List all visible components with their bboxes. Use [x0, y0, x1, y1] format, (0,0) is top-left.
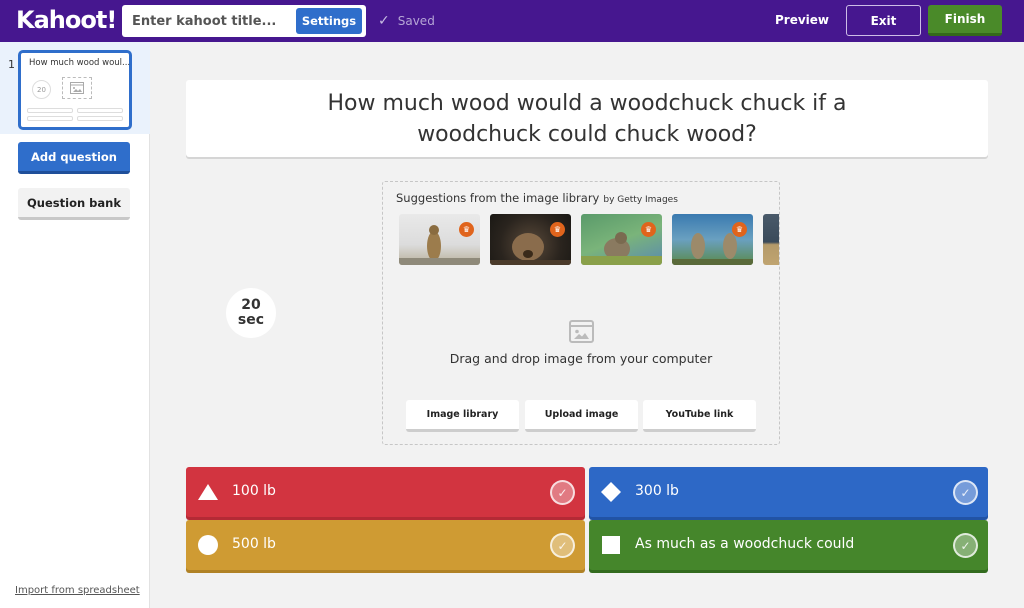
circle-icon [198, 535, 218, 555]
slide-number: 1 [8, 58, 15, 71]
time-limit-button[interactable]: 20 sec [226, 288, 276, 338]
suggested-image[interactable] [763, 214, 779, 265]
import-from-spreadsheet-link[interactable]: Import from spreadsheet [15, 585, 140, 596]
saved-status: ✓ Saved [378, 13, 435, 29]
answer-option-3[interactable]: 500 lb ✓ [186, 520, 585, 570]
preview-button[interactable]: Preview [770, 13, 834, 27]
settings-button[interactable]: Settings [296, 8, 362, 34]
checkmark-icon: ✓ [557, 485, 568, 500]
sidebar: 1 How much wood woul... 20 Add question … [0, 42, 150, 608]
premium-crown-icon: ♛ [550, 222, 565, 237]
image-suggestions: ♛ ♛ ♛ ♛ [399, 214, 779, 266]
mark-correct-toggle[interactable]: ✓ [550, 480, 575, 505]
exit-button[interactable]: Exit [846, 5, 921, 36]
answer-option-4[interactable]: As much as a woodchuck could ✓ [589, 520, 988, 570]
kahoot-title-input[interactable] [132, 5, 292, 37]
drag-drop-text: Drag and drop image from your computer [449, 351, 713, 366]
diamond-icon [601, 482, 621, 502]
suggested-image[interactable]: ♛ [581, 214, 662, 265]
suggested-image[interactable]: ♛ [490, 214, 571, 265]
media-dropzone[interactable]: Suggestions from the image library by Get… [382, 181, 780, 445]
slide-list: 1 How much wood woul... 20 [0, 42, 150, 134]
checkmark-icon: ✓ [557, 538, 568, 553]
answer-text: 300 lb [635, 483, 679, 499]
thumb-answer-slot [27, 116, 73, 121]
checkmark-icon: ✓ [378, 13, 390, 29]
slide-thumbnail-timer: 20 [32, 80, 51, 99]
thumb-answer-slot [77, 108, 123, 113]
question-text: How much wood would a woodchuck chuck if… [327, 90, 847, 147]
checkmark-icon: ✓ [960, 538, 971, 553]
mark-correct-toggle[interactable]: ✓ [550, 533, 575, 558]
suggestions-source: by Getty Images [603, 195, 678, 205]
answer-option-1[interactable]: 100 lb ✓ [186, 467, 585, 517]
youtube-link-button[interactable]: YouTube link [643, 400, 756, 432]
title-field-container: Settings [122, 5, 366, 37]
timer-value: 20 [241, 297, 261, 313]
slide-thumbnail-title: How much wood woul... [29, 58, 131, 68]
saved-label: Saved [397, 14, 435, 28]
upload-image-button[interactable]: Upload image [525, 400, 638, 432]
add-question-button[interactable]: Add question [18, 142, 130, 174]
premium-crown-icon: ♛ [732, 222, 747, 237]
thumb-answer-slot [77, 116, 123, 121]
suggested-image[interactable]: ♛ [672, 214, 753, 265]
top-bar: Kahoot! Settings ✓ Saved Preview Exit Fi… [0, 0, 1024, 42]
question-input[interactable]: How much wood would a woodchuck chuck if… [186, 80, 988, 157]
question-bank-button[interactable]: Question bank [18, 188, 130, 220]
premium-crown-icon: ♛ [641, 222, 656, 237]
premium-crown-icon: ♛ [459, 222, 474, 237]
image-library-button[interactable]: Image library [406, 400, 519, 432]
kahoot-logo[interactable]: Kahoot! [16, 6, 117, 34]
mark-correct-toggle[interactable]: ✓ [953, 533, 978, 558]
triangle-icon [198, 484, 218, 500]
finish-button[interactable]: Finish [928, 5, 1002, 36]
timer-unit: sec [237, 312, 265, 328]
thumb-answer-slot [27, 108, 73, 113]
image-upload-icon [569, 320, 594, 343]
suggestions-title: Suggestions from the image library [396, 191, 600, 205]
answer-option-2[interactable]: 300 lb ✓ [589, 467, 988, 517]
answer-text: 500 lb [232, 536, 276, 552]
suggestions-heading: Suggestions from the image library by Get… [396, 191, 678, 205]
slide-thumbnail[interactable]: How much wood woul... 20 [18, 50, 132, 130]
answer-text: As much as a woodchuck could [635, 536, 855, 552]
answer-text: 100 lb [232, 483, 276, 499]
mark-correct-toggle[interactable]: ✓ [953, 480, 978, 505]
checkmark-icon: ✓ [960, 485, 971, 500]
square-icon [602, 536, 620, 554]
image-placeholder-icon [62, 77, 92, 99]
suggested-image[interactable]: ♛ [399, 214, 480, 265]
